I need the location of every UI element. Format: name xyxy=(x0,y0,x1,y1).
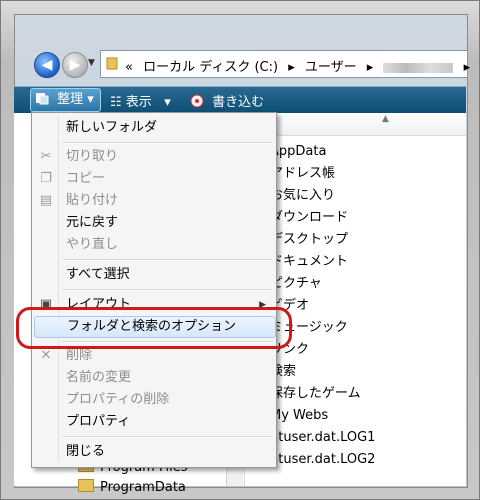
organize-button[interactable]: 整理 ▾ xyxy=(30,88,101,112)
burn-label: 書き込む xyxy=(212,95,265,110)
chevron-down-icon: ▾ xyxy=(155,95,171,110)
file-item[interactable]: お気に入り xyxy=(270,185,375,207)
menu-item-undo[interactable]: 元に戻す xyxy=(34,212,274,234)
menu-item-label: 名前の変更 xyxy=(66,370,132,385)
menu-item-select-all[interactable]: すべて選択 xyxy=(34,264,274,286)
file-item[interactable]: ドキュメント xyxy=(270,251,375,273)
file-list: AppData アドレス帳 お気に入り ダウンロード デスクトップ ドキュメント… xyxy=(270,141,375,471)
menu-item-label: やり直し xyxy=(66,237,119,252)
file-item[interactable]: 検索 xyxy=(270,361,375,383)
organize-label: 整理 xyxy=(57,92,84,107)
clipboard-icon: ▤ xyxy=(39,193,53,208)
file-item[interactable]: アドレス帳 xyxy=(270,163,375,185)
file-item[interactable]: ntuser.dat.LOG2 xyxy=(270,449,375,471)
sort-ascending-icon: ▲ xyxy=(382,114,389,124)
menu-separator xyxy=(62,259,272,261)
burn-button[interactable]: 書き込む xyxy=(190,91,264,110)
views-button[interactable]: ☷ 表示 ▾ xyxy=(110,91,171,110)
file-item[interactable]: ピクチャ xyxy=(270,273,375,295)
chevron-down-icon: ▾ xyxy=(87,92,94,107)
file-item[interactable]: ダウンロード xyxy=(270,207,375,229)
breadcrumb-redacted-user[interactable] xyxy=(383,62,454,73)
menu-item-remove-properties[interactable]: プロパティの削除 xyxy=(34,389,274,411)
file-item[interactable]: デスクトップ xyxy=(270,229,375,251)
breadcrumb-users[interactable]: ユーザー xyxy=(305,60,357,75)
folder-icon xyxy=(78,479,94,492)
file-item[interactable]: 保存したゲーム xyxy=(270,383,375,405)
file-item[interactable]: ntuser.dat.LOG1 xyxy=(270,427,375,449)
column-header[interactable]: ▲ xyxy=(246,113,466,136)
recent-pages-dropdown-icon[interactable]: ▼ xyxy=(88,58,98,68)
menu-item-new-folder[interactable]: 新しいフォルダ xyxy=(34,117,274,139)
delete-x-icon: ✕ xyxy=(40,348,52,363)
organize-menu: 新しいフォルダ ✂ 切り取り ❐ コピー ▤ 貼り付け 元に戻す やり直し すべ… xyxy=(31,112,277,468)
breadcrumb-overflow[interactable]: « xyxy=(125,60,133,75)
navigation-bar: ◀ ▶ ▼ « ローカル ディスク (C:) ▸ ユーザー ▸ ▸ xyxy=(14,40,470,82)
menu-item-label: 貼り付け xyxy=(66,193,119,208)
folder-icon xyxy=(106,57,118,70)
copy-icon: ❐ xyxy=(40,171,52,186)
menu-item-label: 元に戻す xyxy=(66,215,119,230)
menu-item-cut[interactable]: ✂ 切り取り xyxy=(34,146,274,168)
breadcrumb-separator-icon[interactable]: ▸ xyxy=(367,60,374,75)
organize-icon xyxy=(36,93,49,105)
menu-separator xyxy=(62,289,272,291)
menu-separator xyxy=(62,142,272,144)
tree-item-programdata[interactable]: ProgramData xyxy=(78,478,188,498)
breadcrumb-separator-icon[interactable]: ▸ xyxy=(288,60,295,75)
breadcrumb: « ローカル ディスク (C:) ▸ ユーザー ▸ ▸ xyxy=(125,56,476,75)
back-button[interactable]: ◀ xyxy=(34,52,60,78)
forward-button[interactable]: ▶ xyxy=(62,52,88,78)
menu-separator xyxy=(62,436,272,438)
menu-item-copy[interactable]: ❐ コピー xyxy=(34,168,274,190)
address-bar[interactable]: « ローカル ディスク (C:) ▸ ユーザー ▸ ▸ xyxy=(100,50,470,78)
views-icon: ☷ xyxy=(110,95,126,110)
menu-item-label: すべて選択 xyxy=(66,267,130,282)
file-item[interactable]: My Webs xyxy=(270,405,375,427)
menu-item-label: コピー xyxy=(66,171,106,186)
breadcrumb-local-disk[interactable]: ローカル ディスク (C:) xyxy=(143,60,278,75)
menu-item-label: 新しいフォルダ xyxy=(66,120,158,135)
menu-item-redo[interactable]: やり直し xyxy=(34,234,274,256)
menu-item-rename[interactable]: 名前の変更 xyxy=(34,367,274,389)
menu-item-label: プロパティ xyxy=(66,414,131,429)
scissors-icon: ✂ xyxy=(40,149,52,164)
menu-item-close[interactable]: 閉じる xyxy=(34,441,274,463)
menu-item-label: 閉じる xyxy=(66,444,106,459)
breadcrumb-separator-icon[interactable]: ▸ xyxy=(464,60,471,75)
menu-item-label: 切り取り xyxy=(66,149,119,164)
menu-item-properties[interactable]: プロパティ xyxy=(34,411,274,433)
tree-item-label: ProgramData xyxy=(100,480,186,495)
burn-disc-icon xyxy=(190,94,204,108)
menu-item-label: プロパティの削除 xyxy=(66,392,170,407)
menu-item-paste[interactable]: ▤ 貼り付け xyxy=(34,190,274,212)
views-label: 表示 xyxy=(125,95,152,110)
highlight-annotation-ring xyxy=(16,307,292,349)
file-item[interactable]: AppData xyxy=(270,141,375,163)
command-bar: 整理 ▾ ☷ 表示 ▾ 書き込む xyxy=(14,86,466,113)
